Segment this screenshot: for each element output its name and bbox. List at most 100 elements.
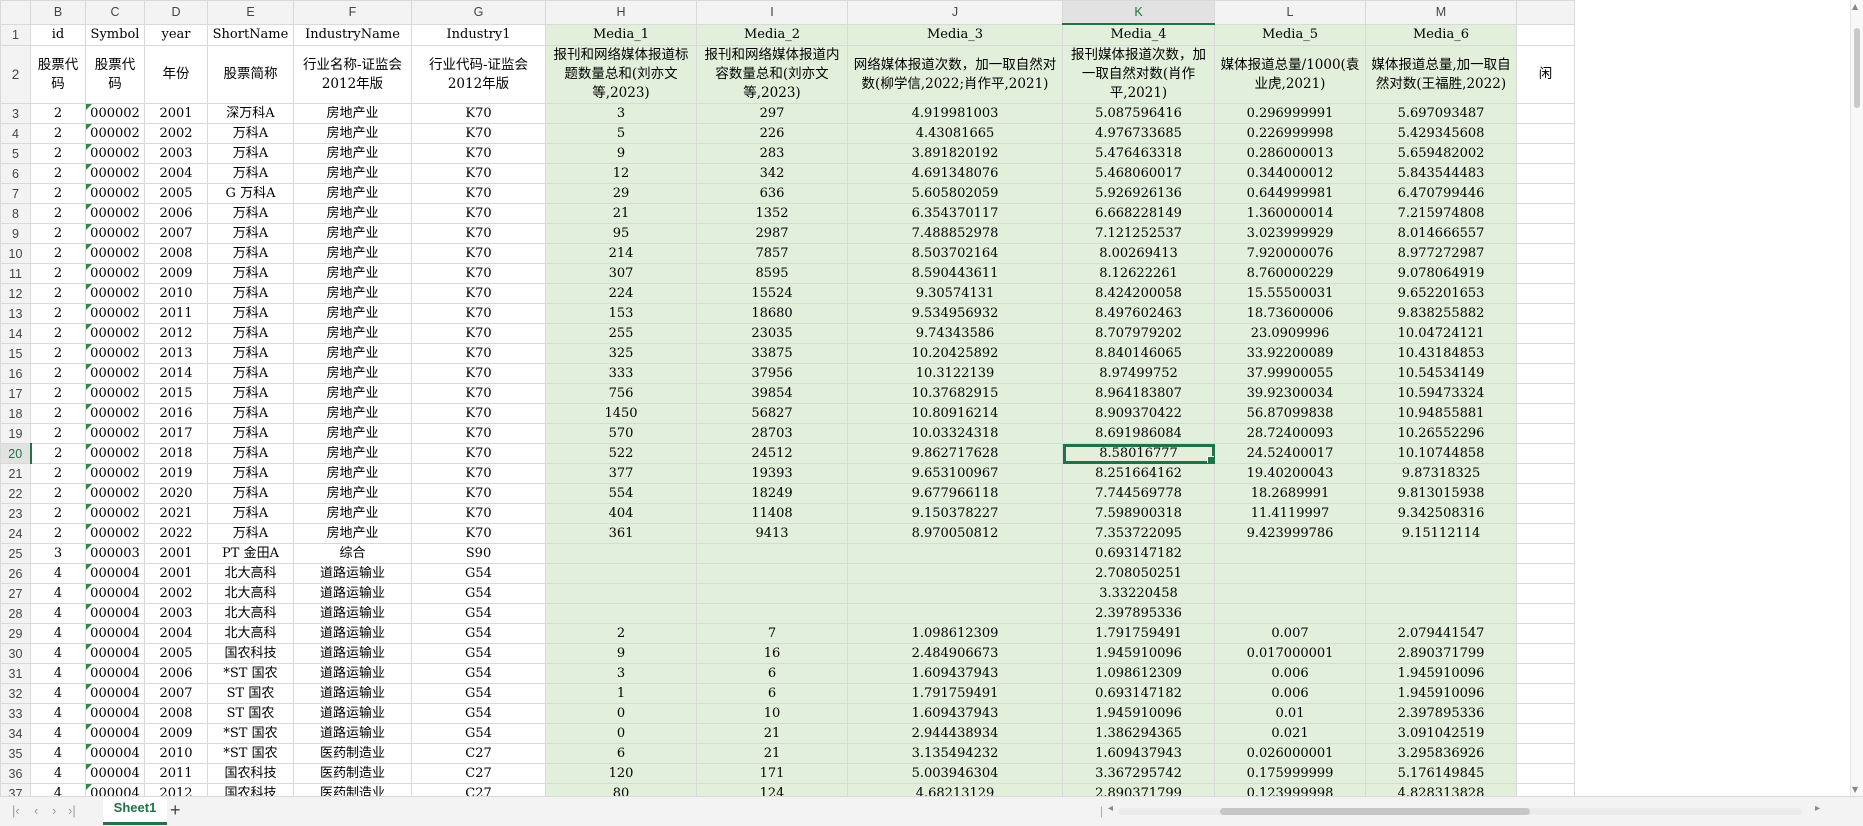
table-cell[interactable]: 4 [30, 603, 86, 624]
symbol-cell[interactable]: 000002 [85, 263, 145, 284]
table-cell[interactable]: 9.150378227 [847, 503, 1063, 524]
table-cell[interactable]: G54 [411, 643, 546, 664]
table-cell[interactable]: 1.945910096 [1062, 703, 1215, 724]
table-cell[interactable]: 2006 [144, 663, 208, 684]
table-cell[interactable]: 10.43184853 [1365, 343, 1517, 364]
table-cell[interactable]: 1.609437943 [847, 703, 1063, 724]
table-cell[interactable]: 11408 [696, 503, 848, 524]
table-cell[interactable]: 1450 [545, 403, 697, 424]
table-cell[interactable]: 33875 [696, 343, 848, 364]
table-cell[interactable]: 4 [30, 723, 86, 744]
table-cell[interactable]: 1.945910096 [1365, 683, 1517, 704]
tab-sheet1[interactable]: Sheet1 [103, 797, 167, 825]
symbol-cell[interactable]: 000004 [85, 703, 145, 724]
table-cell[interactable]: 2011 [144, 763, 208, 784]
table-cell[interactable]: K70 [411, 343, 546, 364]
table-cell[interactable]: 2015 [144, 383, 208, 404]
table-cell[interactable]: 万科A [207, 203, 294, 224]
prev-sheet-icon[interactable]: ‹ [34, 803, 38, 818]
table-cell[interactable]: 2 [30, 383, 86, 404]
field-name-cell[interactable]: IndustryName [293, 23, 412, 46]
table-cell[interactable]: 80 [545, 783, 697, 796]
add-sheet-icon[interactable]: + [170, 800, 181, 821]
table-cell[interactable]: 万科A [207, 143, 294, 164]
table-cell[interactable]: 万科A [207, 263, 294, 284]
table-cell[interactable]: 房地产业 [293, 483, 412, 504]
table-cell[interactable]: 18249 [696, 483, 848, 504]
row-header[interactable]: 1 [0, 23, 31, 46]
table-cell[interactable]: G54 [411, 603, 546, 624]
table-cell[interactable]: 9.653100967 [847, 463, 1063, 484]
table-cell[interactable] [1516, 383, 1575, 404]
table-cell[interactable]: K70 [411, 323, 546, 344]
table-cell[interactable]: 万科A [207, 363, 294, 384]
description-cell[interactable]: 报刊和网络媒体报道标题数量总和(刘亦文等,2023) [545, 45, 697, 104]
table-cell[interactable]: 7.488852978 [847, 223, 1063, 244]
field-name-cell[interactable]: Industry1 [411, 23, 546, 46]
table-cell[interactable] [545, 603, 697, 624]
table-cell[interactable] [1516, 243, 1575, 264]
table-cell[interactable] [1365, 583, 1517, 604]
table-cell[interactable] [1516, 103, 1575, 124]
row-header[interactable]: 3 [0, 103, 31, 124]
table-cell[interactable]: 0.123999998 [1214, 783, 1366, 796]
table-cell[interactable]: 8.977272987 [1365, 243, 1517, 264]
row-header[interactable]: 9 [0, 223, 31, 244]
table-cell[interactable]: 国农科技 [207, 783, 294, 796]
table-cell[interactable]: 2 [30, 423, 86, 444]
column-header-J[interactable]: J [847, 0, 1063, 25]
table-cell[interactable]: 9413 [696, 523, 848, 544]
table-cell[interactable]: 4.919981003 [847, 103, 1063, 124]
field-name-cell[interactable] [1516, 23, 1575, 46]
row-header[interactable]: 20 [0, 443, 32, 464]
table-cell[interactable]: 2 [30, 503, 86, 524]
table-cell[interactable]: 8.97499752 [1062, 363, 1215, 384]
table-cell[interactable]: 医药制造业 [293, 743, 412, 764]
row-header[interactable]: 19 [0, 423, 31, 444]
table-cell[interactable]: 4 [30, 583, 86, 604]
row-header[interactable]: 5 [0, 143, 31, 164]
table-cell[interactable]: K70 [411, 423, 546, 444]
table-cell[interactable]: 10.3122139 [847, 363, 1063, 384]
symbol-cell[interactable]: 000004 [85, 623, 145, 644]
table-cell[interactable] [1516, 163, 1575, 184]
table-cell[interactable] [696, 543, 848, 564]
row-header[interactable]: 25 [0, 543, 31, 564]
table-cell[interactable]: PT 金田A [207, 543, 294, 564]
symbol-cell[interactable]: 000002 [85, 403, 145, 424]
symbol-cell[interactable]: 000002 [85, 223, 145, 244]
table-cell[interactable]: 756 [545, 383, 697, 404]
table-cell[interactable]: 9.15112114 [1365, 523, 1517, 544]
table-cell[interactable]: 28.72400093 [1214, 423, 1366, 444]
field-name-cell[interactable]: Media_3 [847, 23, 1063, 46]
table-cell[interactable]: 8.760000229 [1214, 263, 1366, 284]
table-cell[interactable]: 5.003946304 [847, 763, 1063, 784]
table-cell[interactable]: 房地产业 [293, 163, 412, 184]
table-cell[interactable] [1516, 203, 1575, 224]
table-cell[interactable]: 226 [696, 123, 848, 144]
table-cell[interactable]: 307 [545, 263, 697, 284]
table-cell[interactable]: 2 [545, 623, 697, 644]
table-cell[interactable] [1516, 123, 1575, 144]
table-cell[interactable]: 道路运输业 [293, 703, 412, 724]
table-cell[interactable]: 房地产业 [293, 143, 412, 164]
table-cell[interactable] [847, 563, 1063, 584]
description-cell[interactable]: 媒体报道总量/1000(袁业虎,2021) [1214, 45, 1366, 104]
table-cell[interactable]: 8.503702164 [847, 243, 1063, 264]
table-cell[interactable]: 万科A [207, 403, 294, 424]
column-header-n[interactable] [1516, 0, 1575, 25]
table-cell[interactable]: 2006 [144, 203, 208, 224]
table-cell[interactable] [1516, 783, 1575, 796]
table-cell[interactable]: 房地产业 [293, 423, 412, 444]
table-cell[interactable] [1516, 743, 1575, 764]
table-cell[interactable] [1516, 463, 1575, 484]
symbol-cell[interactable]: 000002 [85, 163, 145, 184]
table-cell[interactable]: 8.970050812 [847, 523, 1063, 544]
table-cell[interactable]: 8.00269413 [1062, 243, 1215, 264]
table-cell[interactable]: K70 [411, 443, 546, 464]
table-cell[interactable]: G54 [411, 723, 546, 744]
table-cell[interactable]: 1 [545, 683, 697, 704]
column-header-L[interactable]: L [1214, 0, 1366, 25]
table-cell[interactable]: 国农科技 [207, 643, 294, 664]
table-cell[interactable]: K70 [411, 523, 546, 544]
